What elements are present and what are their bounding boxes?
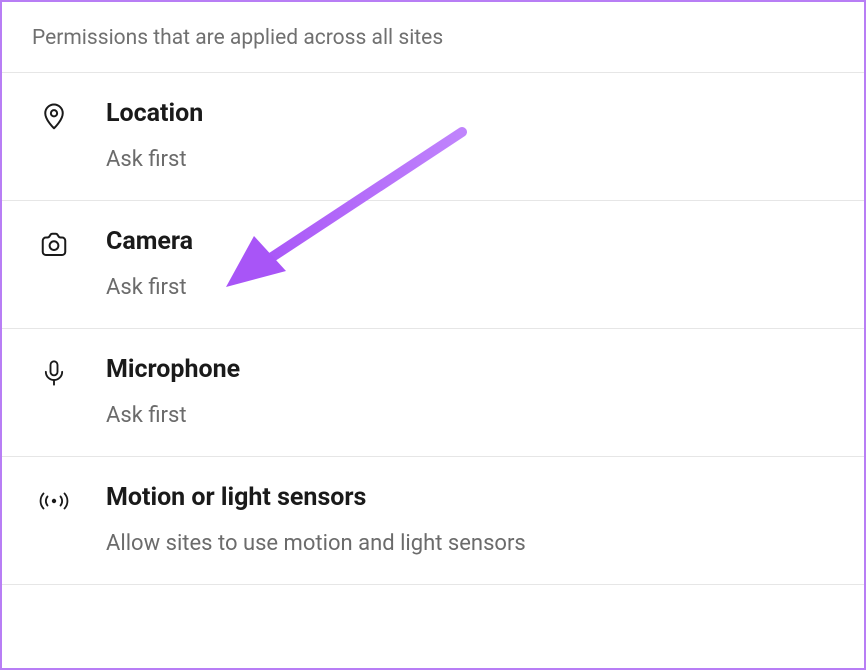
microphone-icon — [38, 357, 70, 389]
camera-icon — [38, 229, 70, 261]
permissions-header: Permissions that are applied across all … — [2, 2, 864, 73]
location-icon — [38, 101, 70, 133]
permission-subtitle: Ask first — [106, 275, 193, 300]
permission-item-camera[interactable]: Camera Ask first — [2, 201, 864, 329]
permission-content: Camera Ask first — [106, 227, 193, 300]
permission-content: Location Ask first — [106, 99, 203, 172]
permission-subtitle: Ask first — [106, 147, 203, 172]
permission-item-microphone[interactable]: Microphone Ask first — [2, 329, 864, 457]
permission-title: Microphone — [106, 355, 240, 385]
permissions-description: Permissions that are applied across all … — [32, 26, 834, 50]
permission-subtitle: Ask first — [106, 403, 240, 428]
motion-sensor-icon — [38, 485, 70, 517]
permission-content: Motion or light sensors Allow sites to u… — [106, 483, 526, 556]
permissions-panel: Permissions that are applied across all … — [0, 0, 866, 670]
permission-content: Microphone Ask first — [106, 355, 240, 428]
permission-title: Motion or light sensors — [106, 483, 526, 513]
permission-subtitle: Allow sites to use motion and light sens… — [106, 531, 526, 556]
permission-item-location[interactable]: Location Ask first — [2, 73, 864, 201]
permission-title: Location — [106, 99, 203, 129]
permission-item-motion-sensors[interactable]: Motion or light sensors Allow sites to u… — [2, 457, 864, 585]
permission-title: Camera — [106, 227, 193, 257]
